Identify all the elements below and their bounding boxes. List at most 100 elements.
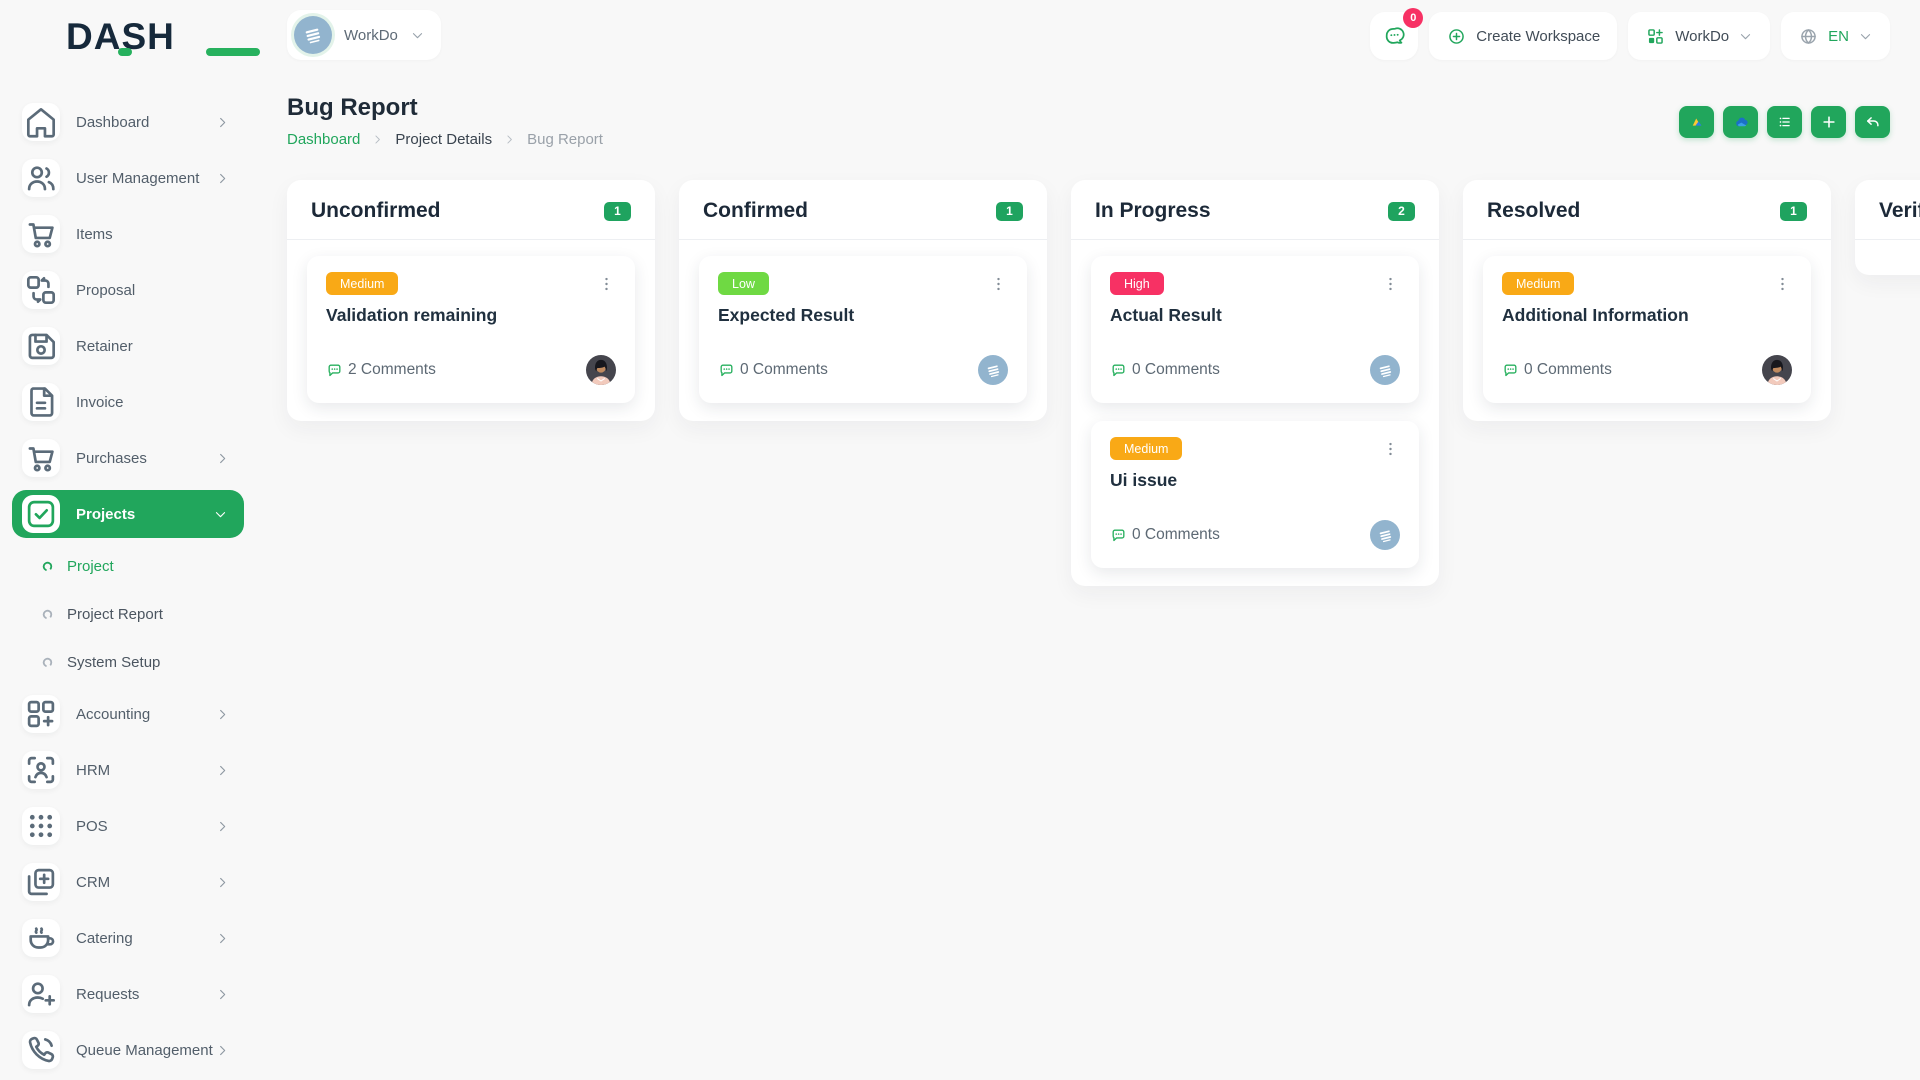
chevron-right-icon (371, 133, 384, 146)
comments-count: 2 Comments (326, 361, 436, 379)
task-card[interactable]: MediumUi issue0 Comments (1091, 421, 1419, 568)
workspace-avatar (1370, 355, 1400, 385)
sidebar-item-label: User Management (76, 170, 215, 187)
globe-icon (1798, 26, 1819, 47)
plus-icon (1820, 113, 1838, 131)
user-avatar (586, 355, 616, 385)
card-menu-button[interactable] (1380, 437, 1400, 461)
logo-accent-dot (118, 48, 132, 56)
card-menu-button[interactable] (988, 272, 1008, 296)
workspace-selector[interactable]: WorkDo (287, 10, 441, 60)
sidebar-item-user-management[interactable]: User Management (0, 150, 256, 206)
sidebar-item-project-report[interactable]: Project Report (0, 590, 256, 638)
create-workspace-button[interactable]: Create Workspace (1429, 12, 1617, 60)
add-button[interactable] (1811, 106, 1846, 138)
sidebar-item-label: Project Report (67, 606, 230, 623)
card-menu-button[interactable] (596, 272, 616, 296)
priority-badge: Medium (1502, 272, 1574, 295)
list-view-button[interactable] (1767, 106, 1802, 138)
phone-icon (22, 1031, 60, 1069)
sidebar-item-proposal[interactable]: Proposal (0, 262, 256, 318)
workspace-avatar (1370, 520, 1400, 550)
chevron-right-icon (215, 171, 230, 186)
users-icon (22, 159, 60, 197)
sidebar-item-system-setup[interactable]: System Setup (0, 638, 256, 686)
chevron-right-icon (215, 707, 230, 722)
language-dropdown[interactable]: EN (1781, 12, 1890, 60)
onedrive-button[interactable] (1723, 106, 1758, 138)
kebab-icon (1382, 272, 1399, 296)
priority-badge: High (1110, 272, 1164, 295)
column-title: Confirmed (703, 199, 808, 223)
page-title: Bug Report (287, 94, 418, 122)
board-column-body: MediumValidation remaining2 Comments (287, 240, 655, 421)
task-card[interactable]: MediumValidation remaining2 Comments (307, 256, 635, 403)
task-card-footer: 2 Comments (326, 355, 616, 385)
chat-icon (1383, 25, 1406, 48)
breadcrumb-item[interactable]: Project Details (395, 131, 492, 148)
language-code: EN (1828, 28, 1849, 45)
priority-badge: Medium (326, 272, 398, 295)
comments-label: 0 Comments (1132, 361, 1220, 379)
card-menu-button[interactable] (1380, 272, 1400, 296)
board-column-header: Unconfirmed1 (287, 180, 655, 240)
grid-add-icon (1645, 26, 1666, 47)
workspace-dropdown[interactable]: WorkDo (1628, 12, 1770, 60)
chevron-right-icon (503, 133, 516, 146)
messages-button[interactable]: 0 (1370, 12, 1418, 60)
bullet-icon (41, 656, 54, 669)
sidebar-item-retainer[interactable]: Retainer (0, 318, 256, 374)
sidebar-item-label: HRM (76, 762, 215, 779)
breadcrumb-item[interactable]: Dashboard (287, 131, 360, 148)
brand-logo[interactable]: DASH (66, 16, 175, 56)
coffee-icon (22, 919, 60, 957)
dots-grid-icon (22, 807, 60, 845)
sidebar-item-accounting[interactable]: Accounting (0, 686, 256, 742)
topbar-actions: 0 Create Workspace WorkDo EN (1370, 11, 1890, 61)
column-count-badge: 1 (1780, 202, 1807, 221)
messages-badge: 0 (1403, 8, 1423, 28)
chevron-right-icon (215, 451, 230, 466)
back-button[interactable] (1855, 106, 1890, 138)
check-square-icon (22, 495, 60, 533)
sidebar-item-queue-management[interactable]: Queue Management (0, 1022, 256, 1078)
sidebar-item-invoice[interactable]: Invoice (0, 374, 256, 430)
user-plus-icon (22, 975, 60, 1013)
sidebar-item-projects[interactable]: Projects (12, 490, 244, 538)
sidebar-item-items[interactable]: Items (0, 206, 256, 262)
sidebar-item-project[interactable]: Project (0, 542, 256, 590)
board-column-body: LowExpected Result0 Comments (679, 240, 1047, 421)
sidebar-item-hrm[interactable]: HRM (0, 742, 256, 798)
sidebar-item-crm[interactable]: CRM (0, 854, 256, 910)
sidebar-item-label: Queue Management (76, 1042, 215, 1059)
building-icon (984, 361, 1003, 380)
board-column-body (1855, 240, 1920, 275)
chevron-down-icon (410, 28, 425, 43)
sidebar-item-pos[interactable]: POS (0, 798, 256, 854)
task-card-title: Additional Information (1502, 305, 1792, 326)
chevron-right-icon (215, 763, 230, 778)
task-card[interactable]: LowExpected Result0 Comments (699, 256, 1027, 403)
kebab-icon (990, 272, 1007, 296)
column-count-badge: 1 (604, 202, 631, 221)
sidebar-item-label: Retainer (76, 338, 230, 355)
grid-plus-icon (22, 695, 60, 733)
task-card[interactable]: MediumAdditional Information0 Comments (1483, 256, 1811, 403)
topbar: DASH WorkDo 0 Create Workspace WorkDo (0, 0, 1920, 72)
card-menu-button[interactable] (1772, 272, 1792, 296)
sidebar-item-label: Catering (76, 930, 215, 947)
sidebar-item-requests[interactable]: Requests (0, 966, 256, 1022)
column-count-badge: 1 (996, 202, 1023, 221)
sidebar-item-label: Invoice (76, 394, 230, 411)
task-card[interactable]: HighActual Result0 Comments (1091, 256, 1419, 403)
swap-boxes-icon (22, 271, 60, 309)
sidebar-item-catering[interactable]: Catering (0, 910, 256, 966)
comments-count: 0 Comments (718, 361, 828, 379)
google-drive-button[interactable] (1679, 106, 1714, 138)
board-column: Unconfirmed1 MediumValidation remaining2 … (287, 180, 655, 421)
chevron-down-icon (1858, 29, 1873, 44)
onedrive-icon (1732, 113, 1750, 131)
undo-icon (1864, 113, 1882, 131)
sidebar-item-purchases[interactable]: Purchases (0, 430, 256, 486)
sidebar-item-dashboard[interactable]: Dashboard (0, 94, 256, 150)
